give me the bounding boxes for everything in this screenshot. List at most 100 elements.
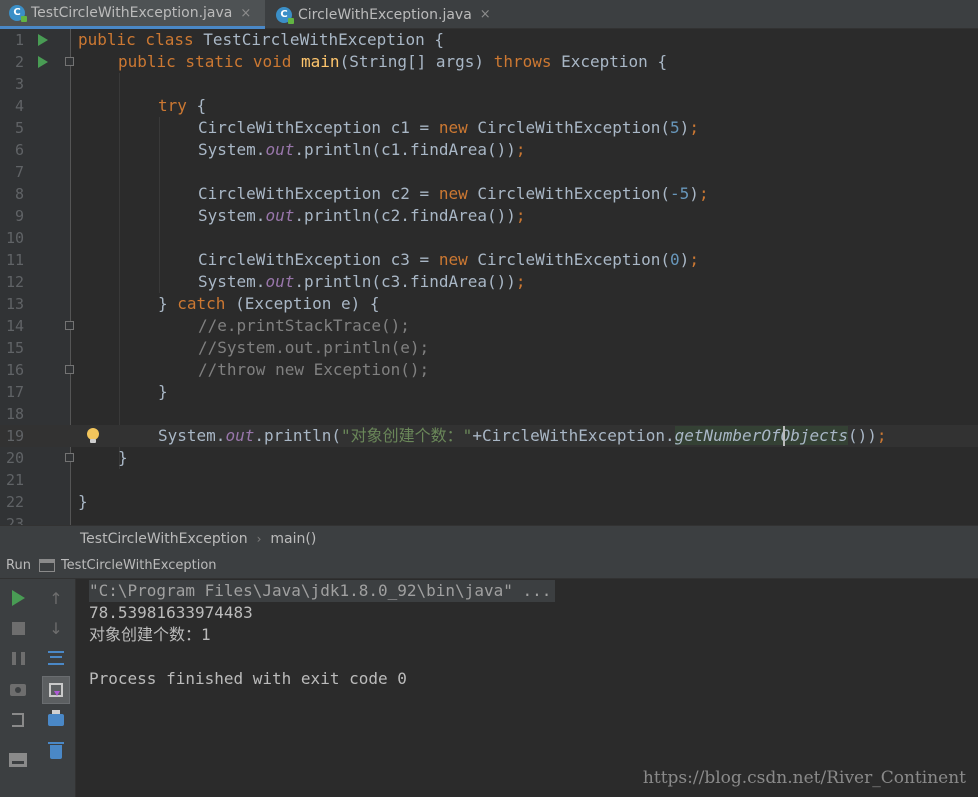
scroll-to-end-button[interactable] bbox=[42, 676, 70, 704]
code-line[interactable]: 20 } bbox=[0, 447, 978, 469]
tab-label: TestCircleWithException.java bbox=[31, 5, 233, 21]
code-line[interactable]: 9 System.out.println(c2.findArea()); bbox=[0, 205, 978, 227]
fold-marker-icon[interactable] bbox=[65, 453, 74, 462]
code-line[interactable]: 11 CircleWithException c3 = new CircleWi… bbox=[0, 249, 978, 271]
code-line[interactable]: 1 public class TestCircleWithException { bbox=[0, 29, 978, 51]
line-number: 18 bbox=[5, 405, 24, 423]
java-class-icon: C bbox=[276, 6, 294, 24]
arrow-up-icon: ↑ bbox=[49, 588, 63, 608]
code-line[interactable]: 2 public static void main(String[] args)… bbox=[0, 51, 978, 73]
print-button[interactable] bbox=[43, 707, 69, 733]
code-line[interactable]: 14 //e.printStackTrace(); bbox=[0, 315, 978, 337]
editor-tab-bar: C TestCircleWithException.java × C Circl… bbox=[0, 0, 978, 29]
fold-marker-icon[interactable] bbox=[65, 57, 74, 66]
code-line[interactable]: 23 bbox=[0, 513, 978, 525]
breadcrumb-class[interactable]: TestCircleWithException bbox=[80, 531, 248, 547]
play-icon bbox=[11, 590, 25, 606]
code-line[interactable]: 18 bbox=[0, 403, 978, 425]
soft-wrap-icon bbox=[48, 651, 64, 665]
code-line[interactable]: 10 bbox=[0, 227, 978, 249]
code-text: CircleWithException c3 = new CircleWithE… bbox=[198, 250, 699, 269]
line-number: 6 bbox=[14, 141, 24, 159]
run-config-icon bbox=[38, 558, 55, 572]
code-line[interactable]: 13 } catch (Exception e) { bbox=[0, 293, 978, 315]
camera-icon bbox=[10, 684, 26, 696]
line-number: 12 bbox=[5, 273, 24, 291]
line-number: 1 bbox=[14, 31, 24, 49]
line-number: 19 bbox=[5, 427, 24, 445]
fold-marker-icon[interactable] bbox=[65, 365, 74, 374]
code-line[interactable]: 8 CircleWithException c2 = new CircleWit… bbox=[0, 183, 978, 205]
soft-wrap-button[interactable] bbox=[43, 645, 69, 671]
trash-icon bbox=[48, 742, 64, 759]
line-number: 5 bbox=[14, 119, 24, 137]
arrow-down-icon: ↓ bbox=[49, 618, 63, 638]
code-line[interactable]: 4 try { bbox=[0, 95, 978, 117]
clear-all-button[interactable] bbox=[43, 739, 69, 765]
run-panel-header: Run TestCircleWithException bbox=[0, 552, 978, 579]
code-text: } bbox=[158, 382, 168, 401]
line-number: 4 bbox=[14, 97, 24, 115]
stop-button[interactable] bbox=[5, 615, 31, 641]
tab-testcirclewithexception[interactable]: C TestCircleWithException.java × bbox=[0, 0, 265, 29]
console-output-line: 78.53981633974483 bbox=[89, 603, 253, 622]
code-line[interactable]: 17 } bbox=[0, 381, 978, 403]
pause-button[interactable] bbox=[5, 645, 31, 671]
console-exit-line: Process finished with exit code 0 bbox=[89, 669, 407, 688]
breadcrumb: TestCircleWithException › main() bbox=[0, 525, 978, 552]
tab-circlewithexception[interactable]: C CircleWithException.java × bbox=[267, 0, 507, 29]
down-stack-button[interactable]: ↓ bbox=[43, 615, 69, 641]
fold-marker-icon[interactable] bbox=[65, 321, 74, 330]
code-line[interactable]: 22 } bbox=[0, 491, 978, 513]
code-text: public class TestCircleWithException { bbox=[78, 30, 445, 49]
line-number: 14 bbox=[5, 317, 24, 335]
restore-layout-button[interactable] bbox=[5, 747, 31, 773]
code-line[interactable]: 16 //throw new Exception(); bbox=[0, 359, 978, 381]
exit-button[interactable] bbox=[5, 707, 31, 733]
code-line[interactable]: 5 CircleWithException c1 = new CircleWit… bbox=[0, 117, 978, 139]
code-editor[interactable]: 1 public class TestCircleWithException {… bbox=[0, 29, 978, 525]
run-panel-title[interactable]: Run bbox=[6, 558, 31, 573]
code-text: System.out.println("对象创建个数："+CircleWithE… bbox=[158, 426, 887, 445]
tab-label: CircleWithException.java bbox=[298, 6, 472, 23]
code-line[interactable]: 6 System.out.println(c1.findArea()); bbox=[0, 139, 978, 161]
run-gutter-icon[interactable] bbox=[38, 34, 48, 46]
code-text: CircleWithException c2 = new CircleWithE… bbox=[198, 184, 709, 203]
java-class-icon: C bbox=[9, 5, 27, 22]
code-text: System.out.println(c3.findArea()); bbox=[198, 272, 526, 291]
close-icon[interactable]: × bbox=[480, 7, 491, 22]
run-console[interactable]: "C:\Program Files\Java\jdk1.8.0_92\bin\j… bbox=[76, 579, 978, 797]
line-number: 17 bbox=[5, 383, 24, 401]
up-stack-button[interactable]: ↑ bbox=[43, 585, 69, 611]
line-number: 11 bbox=[5, 251, 24, 269]
code-line-current[interactable]: 19 System.out.println("对象创建个数："+CircleWi… bbox=[0, 425, 978, 447]
rerun-button[interactable] bbox=[5, 585, 31, 611]
code-line[interactable]: 15 //System.out.println(e); bbox=[0, 337, 978, 359]
run-toolbar-secondary: ↑ ↓ bbox=[36, 579, 76, 797]
line-number: 22 bbox=[5, 493, 24, 511]
code-line[interactable]: 12 System.out.println(c3.findArea()); bbox=[0, 271, 978, 293]
code-line[interactable]: 7 bbox=[0, 161, 978, 183]
run-toolbar-primary bbox=[0, 579, 36, 797]
close-icon[interactable]: × bbox=[240, 6, 251, 21]
run-gutter-icon[interactable] bbox=[38, 56, 48, 68]
console-command-line[interactable]: "C:\Program Files\Java\jdk1.8.0_92\bin\j… bbox=[89, 580, 556, 602]
line-number: 9 bbox=[14, 207, 24, 225]
run-config-label[interactable]: TestCircleWithException bbox=[61, 558, 217, 573]
layout-icon bbox=[9, 753, 27, 767]
code-comment: //throw new Exception(); bbox=[198, 360, 430, 379]
line-number: 3 bbox=[14, 75, 24, 93]
line-number: 13 bbox=[5, 295, 24, 313]
line-number: 16 bbox=[5, 361, 24, 379]
text-caret bbox=[783, 426, 785, 446]
console-output-line: 对象创建个数：1 bbox=[89, 625, 211, 644]
intention-bulb-icon[interactable] bbox=[87, 428, 99, 443]
code-line[interactable]: 21 bbox=[0, 469, 978, 491]
breadcrumb-method[interactable]: main() bbox=[270, 531, 316, 547]
line-number: 20 bbox=[5, 449, 24, 467]
dump-threads-button[interactable] bbox=[5, 677, 31, 703]
line-number: 8 bbox=[14, 185, 24, 203]
line-number: 23 bbox=[5, 515, 24, 525]
print-icon bbox=[48, 710, 64, 726]
code-line[interactable]: 3 bbox=[0, 73, 978, 95]
